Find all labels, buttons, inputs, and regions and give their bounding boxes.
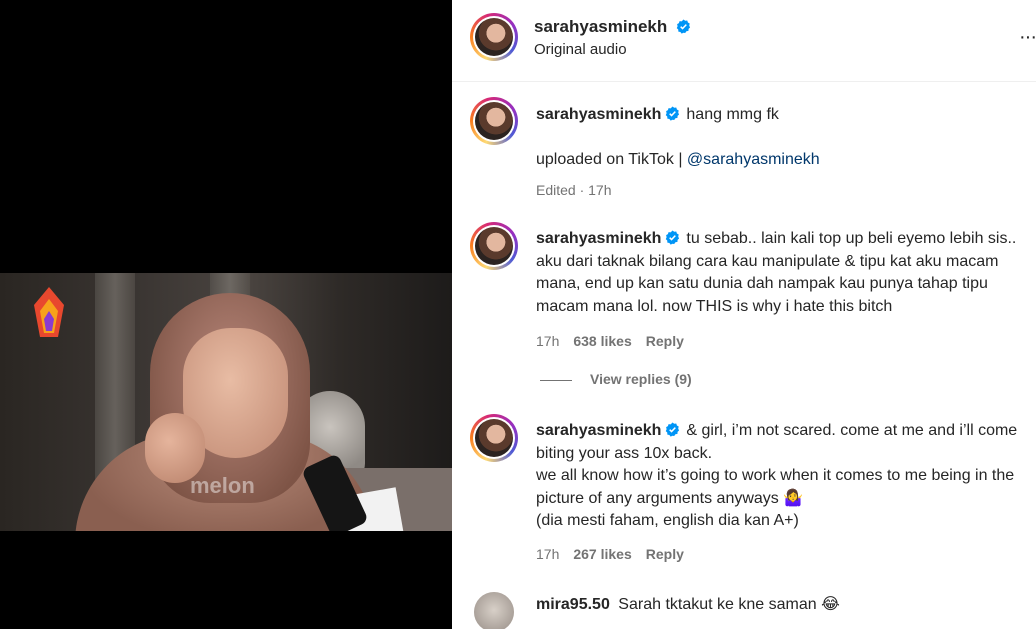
comment-username[interactable]: mira95.50 — [536, 596, 610, 613]
verified-badge-icon — [666, 230, 680, 245]
comment-time: 17h — [536, 333, 560, 349]
comment-likes[interactable]: 267 likes — [573, 546, 631, 562]
mention-link[interactable]: @sarahyasminekh — [687, 151, 820, 168]
more-options-icon[interactable]: ··· — [1019, 26, 1036, 49]
post-header: sarahyasminekh Original audio ··· — [452, 0, 1036, 82]
caption-meta: Edited · 17h — [536, 182, 612, 198]
verified-badge-icon — [666, 422, 680, 437]
caption-username[interactable]: sarahyasminekh — [536, 106, 661, 123]
avatar[interactable] — [470, 414, 518, 462]
replies-divider — [540, 379, 572, 381]
avatar[interactable] — [474, 592, 514, 629]
view-replies-label: View replies (9) — [590, 371, 692, 387]
caption-line2: uploaded on TikTok | — [536, 150, 687, 168]
header-username[interactable]: sarahyasminekh — [534, 17, 667, 36]
comment-meta: 17h 638 likes Reply — [536, 330, 1030, 353]
comment-likes[interactable]: 638 likes — [573, 333, 631, 349]
avatar[interactable] — [470, 13, 518, 61]
avatar[interactable] — [470, 222, 518, 270]
comment-time: 17h — [536, 545, 560, 562]
caption-text: hang mmg fk — [686, 106, 779, 123]
verified-badge-icon — [676, 19, 690, 34]
post-panel: sarahyasminekh Original audio ··· sarahy… — [452, 0, 1036, 629]
view-replies-button[interactable]: View replies (9) — [540, 371, 692, 387]
comment-username[interactable]: sarahyasminekh — [536, 422, 661, 439]
comment-text-line: we all know how it’s going to work when … — [536, 467, 1015, 507]
media-pane: melon — [0, 0, 452, 629]
verified-badge-icon — [666, 106, 680, 121]
video-player[interactable]: melon — [0, 273, 452, 531]
reply-button[interactable]: Reply — [646, 546, 684, 562]
avatar[interactable] — [470, 97, 518, 145]
reply-button[interactable]: Reply — [646, 333, 684, 349]
comment-meta: 17h 267 likes Reply — [536, 543, 1030, 566]
comment-username[interactable]: sarahyasminekh — [536, 230, 661, 247]
comment-text: Sarah tktakut ke kne saman 😂 — [618, 596, 840, 613]
channel-logo-icon — [34, 287, 64, 337]
comment-text-line: (dia mesti faham, english dia kan A+) — [536, 512, 799, 529]
header-audio-label[interactable]: Original audio — [534, 41, 627, 58]
video-watermark: melon — [190, 473, 255, 498]
